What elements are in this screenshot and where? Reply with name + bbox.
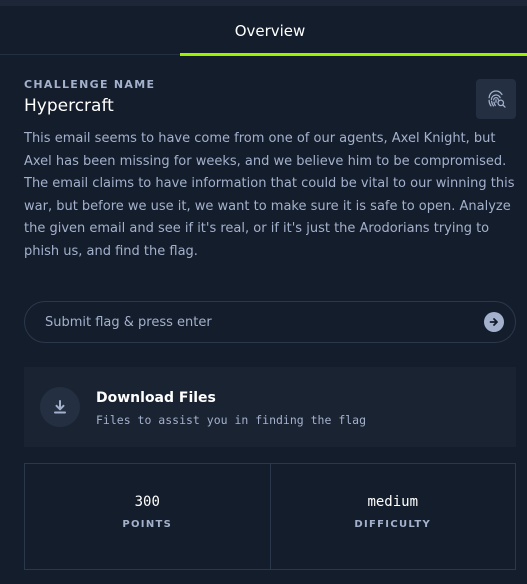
arrow-right-circle-icon [489,318,498,326]
points-value: 300 [134,494,160,510]
download-subtitle: Files to assist you in finding the flag [96,413,367,427]
download-icon-wrapper [40,387,80,427]
difficulty-label: DIFFICULTY [354,519,432,530]
fingerprint-button[interactable] [476,79,516,119]
download-files-card[interactable]: Download Files Files to assist you in fi… [24,367,516,447]
points-stat: 300 POINTS [25,464,270,569]
challenge-name-label: CHALLENGE NAME [24,78,156,91]
fingerprint-search-icon [488,90,506,108]
difficulty-stat: medium DIFFICULTY [269,464,516,569]
flag-input-container [24,301,516,343]
challenge-description: This email seems to have come from one o… [24,131,515,259]
difficulty-value: medium [367,494,419,510]
active-tab-indicator [180,53,527,56]
tab-overview-label: Overview [234,22,306,40]
tab-overview[interactable]: Overview [90,6,527,56]
challenge-title: Hypercraft [24,96,114,116]
tab-bar: Overview [0,6,527,56]
challenge-stats: 300 POINTS medium DIFFICULTY [24,463,516,570]
download-icon [54,400,66,414]
points-label: POINTS [122,519,173,530]
download-title: Download Files [96,390,216,406]
flag-input[interactable] [45,302,465,342]
submit-flag-button[interactable] [484,312,504,332]
